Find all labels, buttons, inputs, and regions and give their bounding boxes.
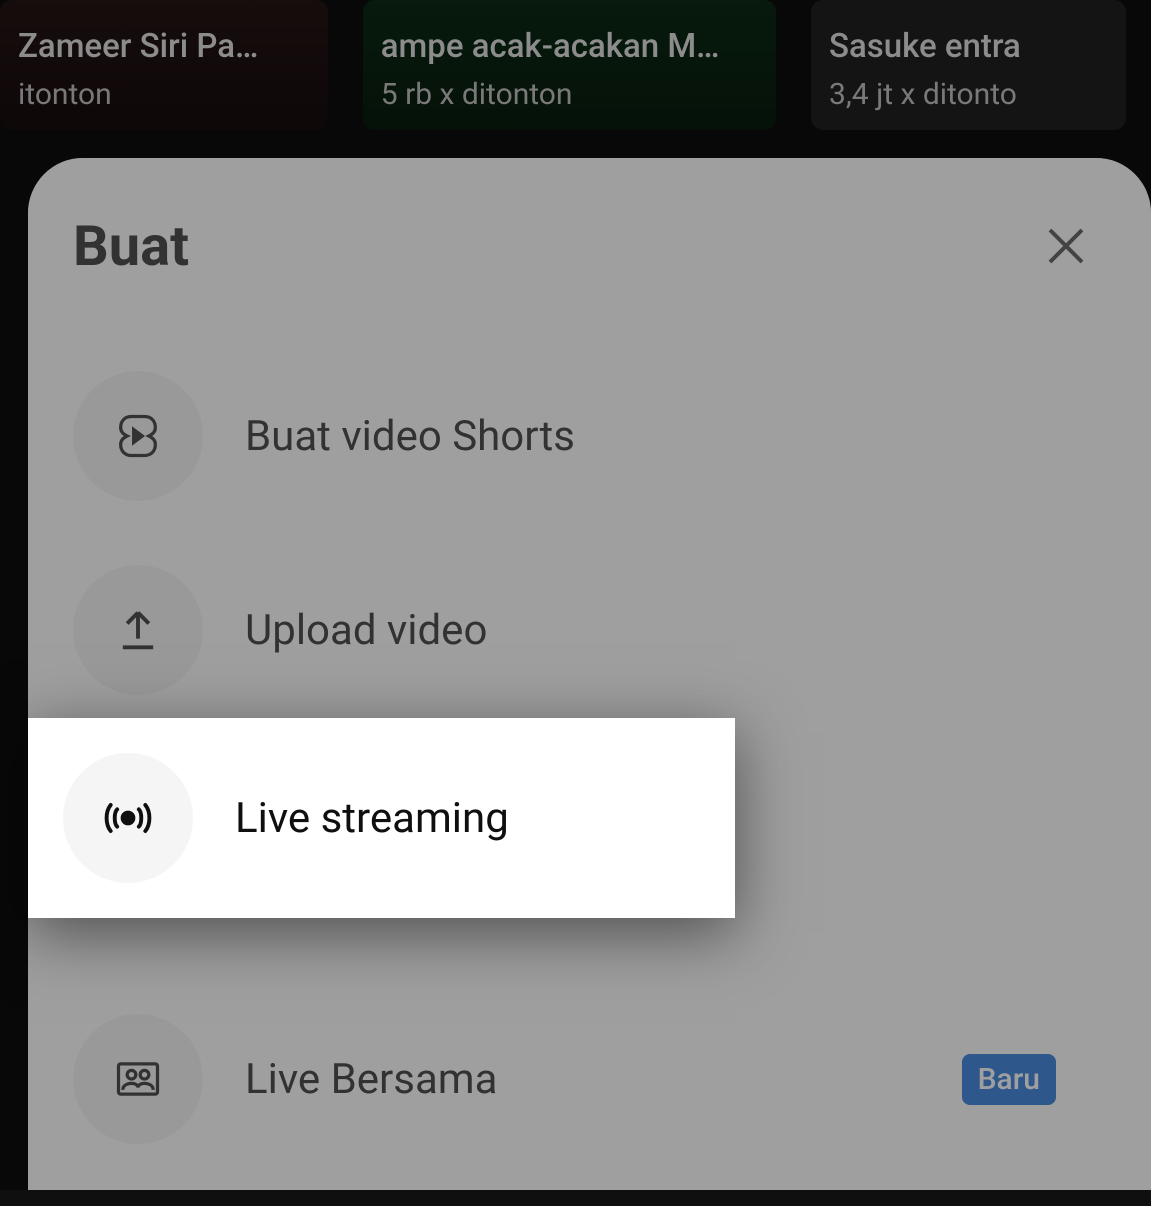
menu-item-shorts[interactable]: Buat video Shorts: [28, 339, 1151, 533]
create-bottom-sheet: Buat Buat video Shorts U: [28, 158, 1151, 1190]
close-button[interactable]: [1036, 216, 1096, 276]
menu-item-upload[interactable]: Upload video: [28, 533, 1151, 727]
upload-icon: [112, 604, 164, 656]
menu-label: Live streaming: [235, 794, 700, 843]
sheet-title: Buat: [73, 213, 189, 279]
menu-item-live-together[interactable]: Live Bersama Baru: [28, 982, 1151, 1176]
menu-item-live-streaming[interactable]: Live streaming: [28, 718, 735, 918]
live-icon: [102, 792, 154, 844]
sheet-header: Buat: [28, 158, 1151, 309]
icon-container: [73, 565, 203, 695]
menu-label: Buat video Shorts: [245, 412, 1106, 461]
icon-container: [73, 1014, 203, 1144]
close-icon: [1042, 222, 1090, 270]
icon-container: [63, 753, 193, 883]
shorts-icon: [112, 410, 164, 462]
menu-label: Live Bersama: [245, 1055, 920, 1104]
icon-container: [73, 371, 203, 501]
menu-label: Upload video: [245, 606, 1106, 655]
new-badge: Baru: [962, 1054, 1056, 1105]
live-together-icon: [112, 1053, 164, 1105]
